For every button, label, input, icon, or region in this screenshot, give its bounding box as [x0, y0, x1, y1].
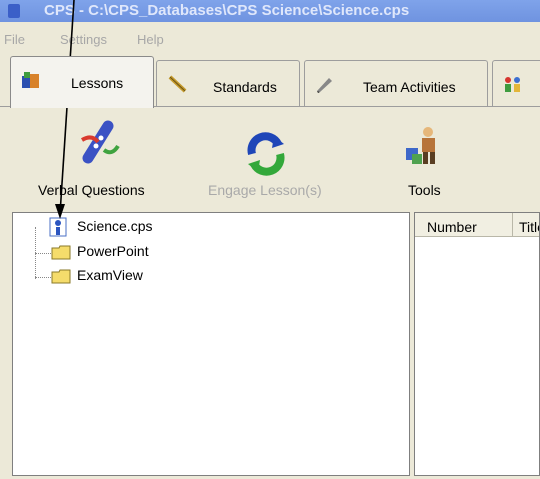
- folder-icon: [51, 245, 71, 260]
- tab-lessons[interactable]: Lessons: [10, 56, 154, 108]
- tab-strip: Lessons Standards Team Activities: [0, 56, 540, 108]
- tab-standards[interactable]: Standards: [156, 60, 300, 106]
- menu-file[interactable]: File: [4, 32, 25, 47]
- menu-help[interactable]: Help: [137, 32, 164, 47]
- lesson-tree[interactable]: Science.cps PowerPoint ExamView: [12, 212, 410, 476]
- menu-settings[interactable]: Settings: [60, 32, 107, 47]
- folder-icon: [51, 269, 71, 284]
- verbal-questions-label: Verbal Questions: [38, 182, 145, 198]
- tools-button[interactable]: Tools: [390, 108, 470, 204]
- engage-lessons-label: Engage Lesson(s): [208, 182, 322, 198]
- database-icon: [49, 217, 67, 237]
- toolbar: Verbal Questions Engage Lesson(s) Tools: [0, 108, 540, 206]
- tree-item-label: PowerPoint: [77, 243, 149, 259]
- engage-lessons-button[interactable]: Engage Lesson(s): [200, 108, 340, 204]
- tree-item-label: Science.cps: [77, 218, 153, 234]
- column-header-title[interactable]: Title: [513, 213, 539, 237]
- ruler-icon: [168, 75, 187, 93]
- pen-icon: [317, 78, 332, 93]
- tree-item-science[interactable]: Science.cps: [47, 217, 207, 237]
- tab-team-activities-label: Team Activities: [363, 79, 456, 95]
- tools-label: Tools: [408, 182, 441, 198]
- tab-lessons-label: Lessons: [71, 75, 124, 91]
- tree-item-examview[interactable]: ExamView: [47, 266, 207, 286]
- column-header-number[interactable]: Number: [415, 213, 513, 237]
- title-bar: CPS - C:\CPS_Databases\CPS Science\Scien…: [0, 0, 540, 22]
- lesson-list[interactable]: Number Title: [414, 212, 540, 476]
- lessons-icon: [22, 72, 39, 88]
- refresh-icon: [247, 132, 285, 176]
- remote-control-icon: [80, 120, 120, 164]
- tab-standards-label: Standards: [213, 79, 277, 95]
- tab-team-activities[interactable]: Team Activities: [304, 60, 488, 106]
- tab-people[interactable]: [492, 60, 540, 106]
- window-title: CPS - C:\CPS_Databases\CPS Science\Scien…: [44, 2, 410, 19]
- people-icon: [505, 77, 520, 92]
- tree-item-label: ExamView: [77, 267, 143, 283]
- tools-icon: [406, 127, 435, 164]
- menu-bar: File Settings Help: [0, 30, 540, 50]
- verbal-questions-button[interactable]: Verbal Questions: [36, 108, 166, 204]
- app-icon[interactable]: [8, 4, 20, 18]
- tree-item-powerpoint[interactable]: PowerPoint: [47, 242, 207, 262]
